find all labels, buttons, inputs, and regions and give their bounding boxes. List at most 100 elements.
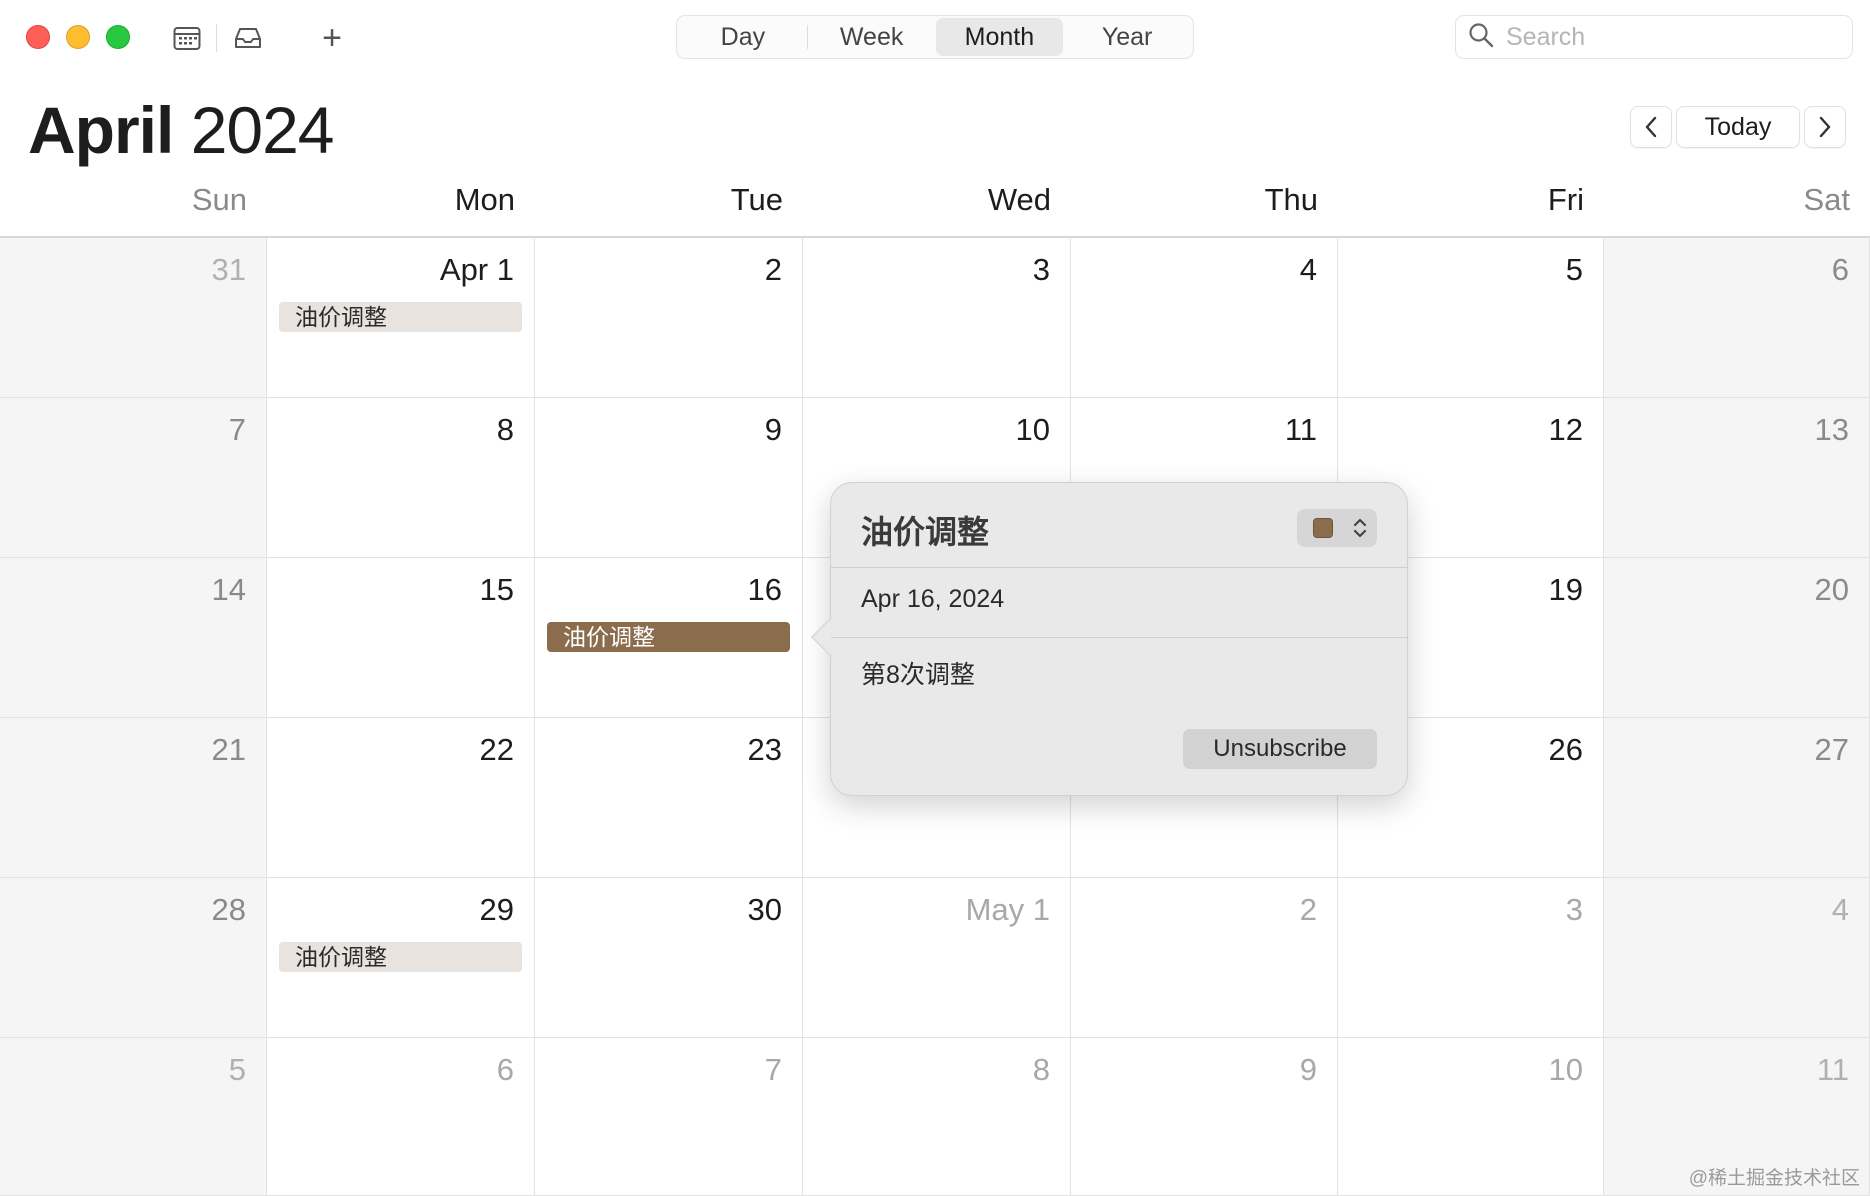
day-number: 5 (228, 1052, 246, 1087)
day-cell[interactable]: 27 (1604, 718, 1870, 878)
day-cell[interactable]: 23 (535, 718, 803, 878)
day-cell[interactable]: May 1 (803, 878, 1071, 1038)
day-number: 11 (1816, 1052, 1849, 1087)
day-number: 26 (1548, 732, 1583, 767)
color-swatch (1313, 518, 1333, 538)
day-cell[interactable]: 2 (535, 238, 803, 398)
weekday-header: Sun Mon Tue Wed Thu Fri Sat (0, 180, 1870, 238)
tab-week[interactable]: Week (808, 18, 936, 56)
day-cell[interactable]: 7 (535, 1038, 803, 1196)
day-number: 4 (1299, 252, 1317, 287)
toolbar-separator (216, 24, 217, 52)
weekday-label: Fri (1547, 182, 1584, 217)
day-number: 14 (211, 572, 246, 607)
day-cell[interactable]: 6 (267, 1038, 535, 1196)
page-title: April 2024 (28, 92, 335, 168)
chevron-left-icon (1645, 116, 1657, 138)
day-number: 6 (496, 1052, 514, 1087)
add-event-button[interactable]: + (316, 19, 348, 57)
inbox-icon[interactable] (232, 22, 264, 54)
calendar-event[interactable]: 油价调整 (279, 302, 522, 332)
day-number: 28 (211, 892, 246, 927)
day-cell[interactable]: Apr 1 油价调整 (267, 238, 535, 398)
view-switcher: Day Week Month Year (676, 15, 1194, 59)
day-cell[interactable]: 16 油价调整 (535, 558, 803, 718)
calendar-event[interactable]: 油价调整 (279, 942, 522, 972)
close-window-button[interactable] (26, 25, 50, 49)
day-number: 20 (1814, 572, 1849, 607)
day-number: May 1 (965, 892, 1050, 927)
previous-month-button[interactable] (1630, 106, 1672, 148)
weekday-label: Sun (191, 182, 247, 217)
event-title: 油价调整 (861, 514, 990, 550)
title-month: April (28, 93, 174, 167)
calendars-icon[interactable] (171, 22, 203, 54)
calendar-color-picker[interactable] (1297, 509, 1377, 547)
day-number: 10 (1548, 1052, 1583, 1087)
chevron-right-icon (1819, 116, 1831, 138)
day-cell[interactable]: 2 (1071, 878, 1338, 1038)
event-popover: 油价调整 Apr 16, 2024 第8次调整 Unsubscribe (811, 482, 1408, 796)
next-month-button[interactable] (1804, 106, 1846, 148)
day-number: 19 (1548, 572, 1583, 607)
day-cell[interactable]: 6 (1604, 238, 1870, 398)
search-icon (1468, 22, 1494, 53)
today-button[interactable]: Today (1676, 106, 1800, 148)
popover-divider (831, 637, 1407, 638)
day-cell[interactable]: 8 (803, 1038, 1071, 1196)
day-cell[interactable]: 9 (1071, 1038, 1338, 1196)
day-number: 21 (211, 732, 246, 767)
day-cell[interactable]: 7 (0, 398, 267, 558)
day-number: 27 (1814, 732, 1849, 767)
day-cell[interactable]: 8 (267, 398, 535, 558)
tab-day[interactable]: Day (679, 18, 807, 56)
day-number: 16 (747, 572, 782, 607)
day-number: 15 (479, 572, 514, 607)
day-cell[interactable]: 28 (0, 878, 267, 1038)
day-number: 8 (496, 412, 514, 447)
tab-year[interactable]: Year (1063, 18, 1191, 56)
day-number: Apr 1 (439, 252, 514, 287)
day-number: 10 (1015, 412, 1050, 447)
day-cell[interactable]: 14 (0, 558, 267, 718)
day-number: 9 (1299, 1052, 1317, 1087)
day-number: 11 (1284, 412, 1317, 447)
day-cell[interactable]: 21 (0, 718, 267, 878)
day-number: 2 (764, 252, 782, 287)
day-cell[interactable]: 4 (1604, 878, 1870, 1038)
day-cell[interactable]: 5 (1338, 238, 1604, 398)
weekday-label: Thu (1264, 182, 1318, 217)
day-cell[interactable]: 9 (535, 398, 803, 558)
day-number: 9 (764, 412, 782, 447)
day-cell[interactable]: 15 (267, 558, 535, 718)
day-cell[interactable]: 13 (1604, 398, 1870, 558)
minimize-window-button[interactable] (66, 25, 90, 49)
tab-month[interactable]: Month (935, 18, 1064, 56)
calendar-event[interactable]: 油价调整 (547, 622, 790, 652)
day-cell[interactable]: 31 (0, 238, 267, 398)
day-number: 4 (1831, 892, 1849, 927)
title-year: 2024 (190, 93, 335, 167)
day-cell[interactable]: 4 (1071, 238, 1338, 398)
up-down-chevron-icon (1353, 518, 1367, 538)
day-cell[interactable]: 29 油价调整 (267, 878, 535, 1038)
day-number: 13 (1814, 412, 1849, 447)
popover-divider (831, 567, 1407, 568)
day-cell[interactable]: 20 (1604, 558, 1870, 718)
day-cell[interactable]: 10 (1338, 1038, 1604, 1196)
zoom-window-button[interactable] (106, 25, 130, 49)
day-cell[interactable]: 22 (267, 718, 535, 878)
day-cell[interactable]: 30 (535, 878, 803, 1038)
search-box[interactable] (1455, 15, 1853, 59)
weekday-label: Wed (987, 182, 1051, 217)
day-number: 8 (1032, 1052, 1050, 1087)
day-cell[interactable]: 5 (0, 1038, 267, 1196)
day-cell[interactable]: 3 (1338, 878, 1604, 1038)
day-number: 29 (479, 892, 514, 927)
day-number: 3 (1032, 252, 1050, 287)
unsubscribe-button[interactable]: Unsubscribe (1183, 729, 1377, 769)
search-input[interactable] (1506, 22, 1826, 52)
day-number: 6 (1831, 252, 1849, 287)
day-cell[interactable]: 3 (803, 238, 1071, 398)
day-number: 22 (479, 732, 514, 767)
